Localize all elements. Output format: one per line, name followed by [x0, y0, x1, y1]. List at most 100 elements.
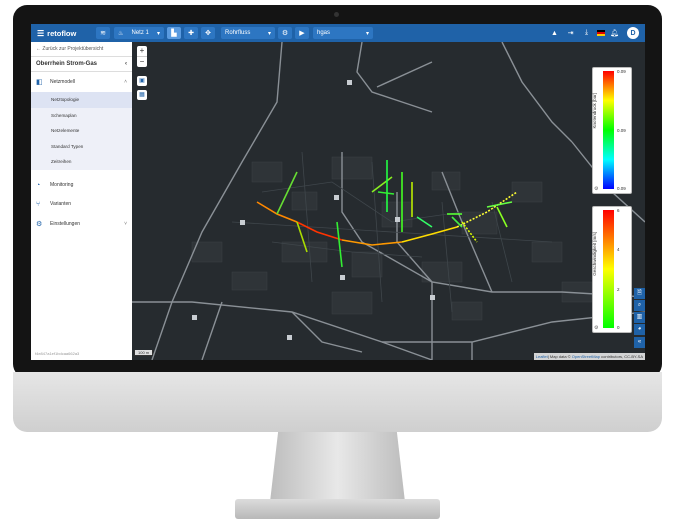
pressure-tick-label: 0.09: [617, 128, 626, 133]
network-model-icon: ◧: [36, 79, 43, 86]
back-link[interactable]: ← Zurück zur Projektübersicht: [31, 42, 132, 56]
map-background: [132, 41, 645, 360]
velocity-color-bar: [603, 210, 614, 328]
monitor-stand-foot: [235, 499, 440, 519]
zoom-control: + −: [137, 46, 147, 67]
palette-icon: ◕: [637, 326, 642, 332]
sidebar-subitem-netztopologie[interactable]: Netztopologie: [31, 92, 132, 108]
sidebar-subitem-schemaplan[interactable]: Schemaplan: [31, 107, 132, 123]
velocity-tick-label: 6: [617, 208, 620, 213]
settings-button[interactable]: ⚙: [278, 27, 292, 39]
branch-icon: ⑂: [36, 200, 41, 208]
leaflet-link[interactable]: Leaflet: [536, 354, 548, 359]
osm-link[interactable]: OpenStreetMap: [572, 354, 600, 359]
play-icon: ▶: [299, 30, 305, 37]
sidebar-item-monitoring[interactable]: ◔ Monitoring: [31, 176, 132, 195]
velocity-tick-label: 2: [617, 287, 620, 292]
legend-settings-icon[interactable]: ⚙: [594, 325, 598, 331]
top-toolbar: ☰ retoflow ≋ ♨ Netz 1 ▾ ▙ ✚ ✥ Rohrfluss …: [31, 24, 645, 42]
chevron-up-icon: ˄: [124, 79, 127, 85]
export-icon[interactable]: ⇥: [564, 29, 577, 37]
grid-icon: ▦: [139, 92, 145, 98]
gear-icon: ⚙: [36, 220, 43, 228]
sidebar-item-label: Netzmodell: [50, 79, 76, 85]
chevron-down-icon: ˅: [124, 220, 127, 227]
move-button[interactable]: ✥: [201, 27, 215, 39]
sidebar-item-netzmodell[interactable]: ◧ Netzmodell ˄: [31, 72, 132, 92]
layers-button[interactable]: ≋: [96, 27, 110, 39]
zoom-out-button[interactable]: −: [137, 56, 147, 67]
app-logo[interactable]: ☰ retoflow: [37, 29, 93, 38]
german-flag-icon[interactable]: [597, 30, 605, 36]
flame-icon: ♨: [118, 30, 124, 37]
search-button[interactable]: ⌕: [634, 300, 645, 311]
collapse-sidebar-icon[interactable]: ‹: [125, 61, 127, 67]
chart-view-button[interactable]: ▙: [167, 27, 181, 39]
map-canvas[interactable]: + − ▣ ▦ Knotendruck [bar] 0.09 0.09 0.09…: [132, 41, 645, 360]
app-screen: ☰ retoflow ≋ ♨ Netz 1 ▾ ▙ ✚ ✥ Rohrfluss …: [31, 24, 645, 360]
network-select-value: Netz 1: [131, 30, 149, 36]
file-icon: 🗎︎: [637, 290, 642, 296]
chevron-down-icon: ▾: [365, 30, 369, 37]
pressure-tick-label: 0.09: [617, 186, 626, 191]
sidebar-subitem-zeitreihen[interactable]: Zeitreihen: [31, 154, 132, 170]
move-icon: ✥: [205, 30, 211, 37]
attribution-text: | Map data ©: [547, 354, 572, 359]
gauge-icon: ◔: [36, 181, 41, 189]
sidebar-subitem-netzelemente[interactable]: Netzelemente: [31, 123, 132, 139]
style-button[interactable]: ◕: [634, 324, 645, 335]
element-select-value: Rohrfluss: [225, 30, 251, 36]
sidebar-item-label: Einstellungen: [50, 220, 81, 227]
element-select[interactable]: Rohrfluss ▾: [221, 27, 275, 39]
sidebar-item-label: Varianten: [50, 201, 72, 207]
plus-icon: ✚: [188, 30, 194, 37]
pressure-legend: Knotendruck [bar] 0.09 0.09 0.09 ⚙: [592, 67, 632, 194]
add-element-button[interactable]: ✚: [184, 27, 198, 39]
sidebar: ← Zurück zur Projektübersicht Oberrhein …: [31, 42, 133, 360]
legend-settings-icon[interactable]: ⚙: [594, 186, 598, 192]
retoflow-logo-icon: ☰: [37, 28, 45, 38]
gear-icon: ⚙: [281, 30, 289, 37]
medium-select[interactable]: hgas ▾: [313, 27, 373, 39]
warning-icon[interactable]: ▲: [548, 30, 561, 37]
app-name: retoflow: [47, 28, 77, 38]
user-avatar[interactable]: D: [627, 27, 639, 39]
sidebar-item-einstellungen[interactable]: ⚙ Einstellungen ˅: [31, 214, 132, 234]
monitor-stand-neck: [270, 432, 405, 502]
attribution-rest: contributors, CC-BY-SA: [600, 354, 643, 359]
sidebar-item-label: Monitoring: [50, 182, 74, 188]
monitor-chin: [13, 372, 662, 432]
webcam: [334, 12, 339, 17]
search-icon: ⌕: [637, 302, 642, 308]
pressure-legend-title: Knotendruck [bar]: [592, 93, 597, 129]
pressure-color-bar: [603, 71, 614, 189]
sidebar-subitem-standard-typen[interactable]: Standard Typen: [31, 138, 132, 154]
database-icon: ≋: [100, 30, 106, 37]
velocity-tick-label: 4: [617, 247, 620, 252]
grid-toggle-button[interactable]: ▦: [137, 90, 147, 100]
zoom-in-button[interactable]: +: [137, 46, 147, 56]
expand-icon: ▣: [139, 78, 145, 84]
toolbar-right-group: ▲ ⇥ ⤓ 🔔︎ D: [545, 27, 639, 39]
map-attribution: Leaflet| Map data © OpenStreetMap contri…: [533, 353, 645, 360]
project-title: Oberrhein Strom-Gas: [36, 61, 98, 67]
double-chevron-left-icon: «: [637, 339, 642, 345]
velocity-legend: Geschwindigkeit [m/s] 6 4 2 0 ⚙: [592, 206, 632, 333]
map-layers-button[interactable]: ▥: [634, 312, 645, 323]
velocity-tick-label: 0: [617, 325, 620, 330]
download-icon[interactable]: ⤓: [580, 29, 593, 37]
medium-select-value: hgas: [317, 30, 331, 36]
chevron-down-icon: ▾: [267, 30, 271, 37]
bell-icon[interactable]: 🔔︎: [608, 29, 621, 37]
sidebar-item-varianten[interactable]: ⑂ Varianten: [31, 195, 132, 214]
version-hash: f4e847a1ef1bdcaa662a3: [35, 351, 80, 356]
file-panel-button[interactable]: 🗎︎: [634, 288, 645, 299]
map-scale: 100 m: [134, 350, 154, 356]
map-icon: ▥: [636, 314, 643, 320]
fit-bounds-button[interactable]: ▣: [137, 76, 147, 86]
collapse-panel-button[interactable]: «: [634, 337, 645, 348]
chevron-down-icon: ▾: [156, 30, 160, 37]
network-select[interactable]: ♨ Netz 1 ▾: [114, 27, 164, 39]
run-simulation-button[interactable]: ▶: [295, 27, 309, 39]
pressure-tick-label: 0.09: [617, 69, 626, 74]
